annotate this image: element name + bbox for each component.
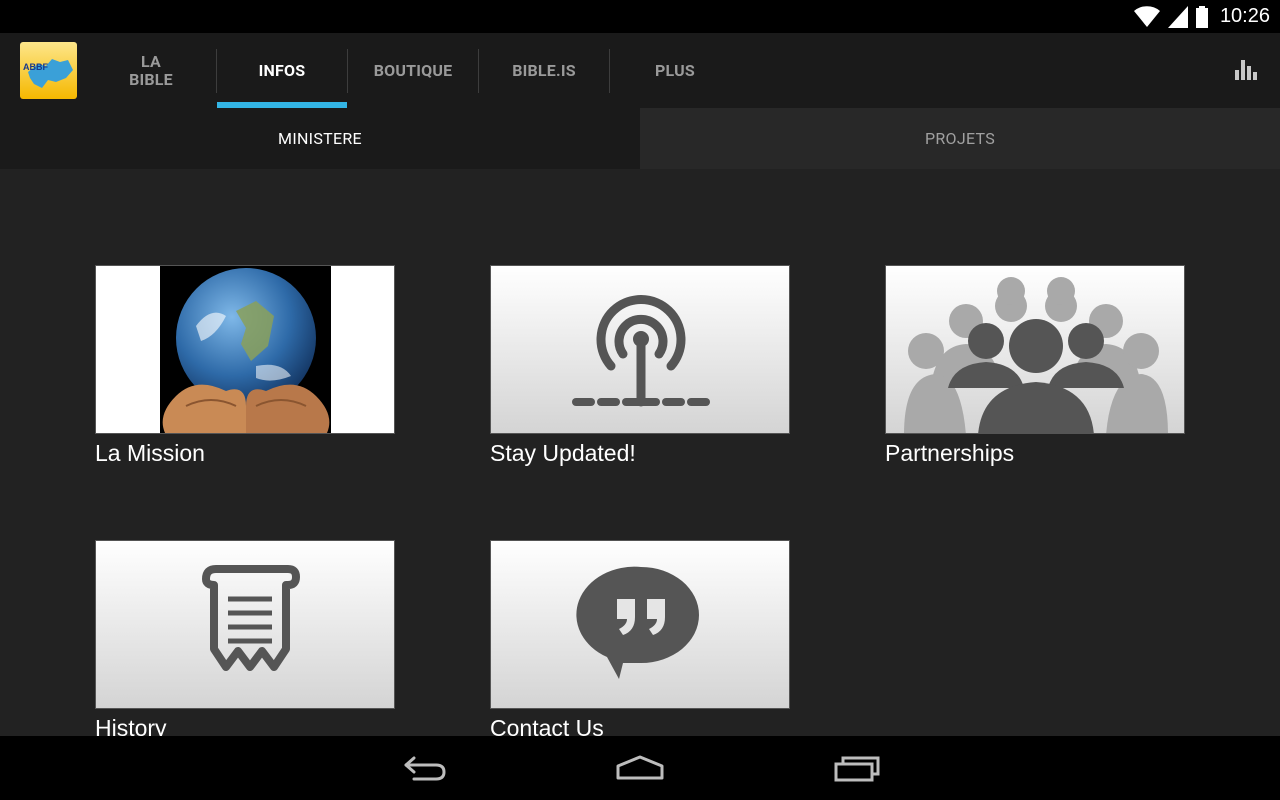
home-button[interactable] [610, 750, 670, 786]
sub-tabs: MINISTERE PROJETS [0, 108, 1280, 169]
app-logo-image: ABBF [20, 42, 77, 99]
ministere-grid: La Mission Stay Updated! Partnerships Hi… [0, 169, 1280, 741]
app-logo-text: ABBF [23, 62, 48, 72]
card-history[interactable]: History [95, 540, 395, 742]
card-thumbnail [885, 265, 1185, 434]
tab-boutique-label: BOUTIQUE [373, 60, 453, 80]
broadcast-icon [572, 295, 710, 407]
card-label: Stay Updated! [490, 440, 636, 466]
subtab-projets-label: PROJETS [924, 129, 996, 148]
tab-infos-label: INFOS [258, 60, 306, 80]
globe-in-hands-image [160, 266, 331, 433]
back-button[interactable] [394, 750, 454, 786]
system-nav-bar [0, 736, 1280, 800]
tab-infos[interactable]: INFOS [217, 33, 347, 108]
tab-plus-label: PLUS [655, 60, 695, 80]
bar-chart-icon [1235, 60, 1257, 80]
tab-la-bible-label: LA BIBLE [129, 51, 173, 89]
card-thumbnail [490, 540, 790, 709]
bar-chart-button[interactable] [1234, 58, 1258, 82]
people-group-icon [904, 277, 1168, 433]
status-icons: 10:26 [1133, 0, 1270, 33]
tab-la-bible[interactable]: LA BIBLE [86, 33, 216, 108]
recents-icon [834, 756, 880, 782]
app-logo[interactable]: ABBF [20, 42, 77, 99]
status-time: 10:26 [1219, 5, 1270, 27]
recents-button[interactable] [827, 750, 887, 786]
status-bar: 10:26 [0, 0, 1280, 33]
scroll-icon [202, 565, 300, 671]
subtab-ministere[interactable]: MINISTERE [0, 108, 640, 169]
card-contact-us[interactable]: Contact Us [490, 540, 790, 742]
card-partnerships[interactable]: Partnerships [885, 265, 1185, 467]
tab-plus[interactable]: PLUS [610, 33, 740, 108]
subtab-projets[interactable]: PROJETS [640, 108, 1280, 169]
card-la-mission[interactable]: La Mission [95, 265, 395, 467]
tab-bible-is[interactable]: BIBLE.IS [479, 33, 609, 108]
card-thumbnail [95, 265, 395, 434]
quote-bubble-icon [576, 566, 699, 679]
signal-icon [1167, 5, 1188, 28]
card-stay-updated[interactable]: Stay Updated! [490, 265, 790, 467]
battery-icon [1195, 5, 1208, 28]
tab-boutique[interactable]: BOUTIQUE [348, 33, 478, 108]
card-thumbnail [95, 540, 395, 709]
main-tabs: LA BIBLE INFOS BOUTIQUE BIBLE.IS PLUS [86, 33, 740, 108]
subtab-ministere-label: MINISTERE [278, 129, 362, 148]
home-icon [616, 755, 664, 780]
card-label: Partnerships [885, 440, 1015, 466]
action-bar: ABBF LA BIBLE INFOS BOUTIQUE BIBLE.IS PL… [0, 33, 1280, 108]
card-label: La Mission [95, 440, 205, 466]
tab-bible-is-label: BIBLE.IS [512, 60, 576, 80]
back-icon [404, 756, 446, 781]
wifi-icon [1133, 5, 1160, 27]
card-thumbnail [490, 265, 790, 434]
